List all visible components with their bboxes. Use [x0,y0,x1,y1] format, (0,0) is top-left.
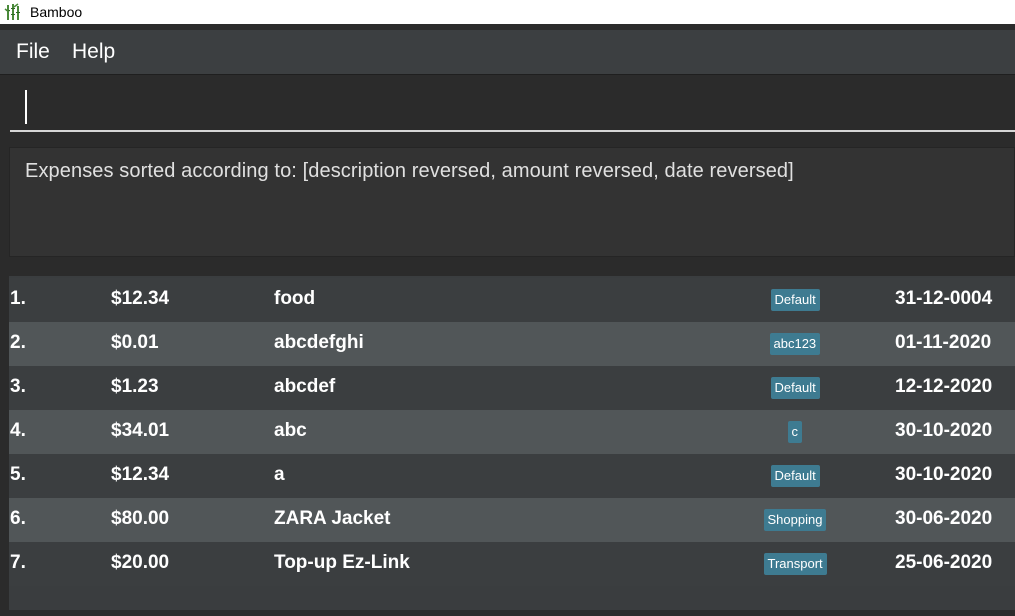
expense-description: ZARA Jacket [274,508,391,529]
expense-date: 30-10-2020 [895,464,993,485]
expense-tag: abc123 [769,333,821,355]
expense-amount: $0.01 [111,332,159,353]
expense-index: 4. [10,420,26,441]
expense-tag: Transport [763,553,827,575]
expense-date: 31-12-0004 [895,288,993,309]
expense-amount: $12.34 [111,464,170,485]
result-message: Expenses sorted according to: [descripti… [25,160,794,182]
window-title: Bamboo [30,4,83,20]
expense-description: abcdefghi [274,332,364,353]
expense-row[interactable]: 2. $0.01 abcdefghi 01-11-2020 abc123 [9,322,1015,366]
expense-date: 25-06-2020 [895,552,993,573]
expense-row[interactable]: 6. $80.00 ZARA Jacket 30-06-2020 Shopping [9,498,1015,542]
expense-amount: $80.00 [111,508,170,529]
result-display: Expenses sorted according to: [descripti… [9,147,1015,257]
expense-row[interactable]: 4. $34.01 abc 30-10-2020 c [9,410,1015,454]
expense-date: 30-06-2020 [895,508,993,529]
expense-index: 1. [10,288,26,309]
expense-row[interactable]: 7. $20.00 Top-up Ez-Link 25-06-2020 Transpor… [9,542,1015,586]
expense-amount: $34.01 [111,420,170,441]
command-input[interactable] [10,85,1015,132]
expense-index: 3. [10,376,26,397]
expense-index: 7. [10,552,26,573]
expense-description: food [274,288,316,309]
expense-date: 12-12-2020 [895,376,993,397]
menu-bar: File Help [0,30,1015,75]
expense-index: 2. [10,332,26,353]
expense-amount: $12.34 [111,288,170,309]
expense-amount: $1.23 [111,376,159,397]
expense-tag: Default [770,289,820,311]
expense-date: 30-10-2020 [895,420,993,441]
bamboo-icon [4,3,20,20]
expense-index: 5. [10,464,26,485]
command-box [0,76,1015,141]
expense-row[interactable]: 5. $12.34 a 30-10-2020 Default [9,454,1015,498]
expense-description: Top-up Ez-Link [274,552,410,573]
expense-tag: Shopping [763,509,827,531]
expense-description: a [274,464,285,485]
text-caret [25,90,27,124]
menu-help[interactable]: Help [72,40,115,64]
expense-description: abc [274,420,307,441]
menu-file[interactable]: File [16,40,50,64]
title-bar: Bamboo [0,0,1015,24]
expense-tag: Default [770,377,820,399]
expense-amount: $20.00 [111,552,170,573]
expense-description: abcdef [274,376,336,397]
expense-index: 6. [10,508,26,529]
expense-row[interactable]: 1. $12.34 food 31-12-0004 Default [9,278,1015,322]
expense-tag: c [787,421,802,443]
expense-date: 01-11-2020 [895,332,992,353]
expense-tag: Default [770,465,820,487]
expense-row[interactable]: 3. $1.23 abcdef 12-12-2020 Default [9,366,1015,410]
